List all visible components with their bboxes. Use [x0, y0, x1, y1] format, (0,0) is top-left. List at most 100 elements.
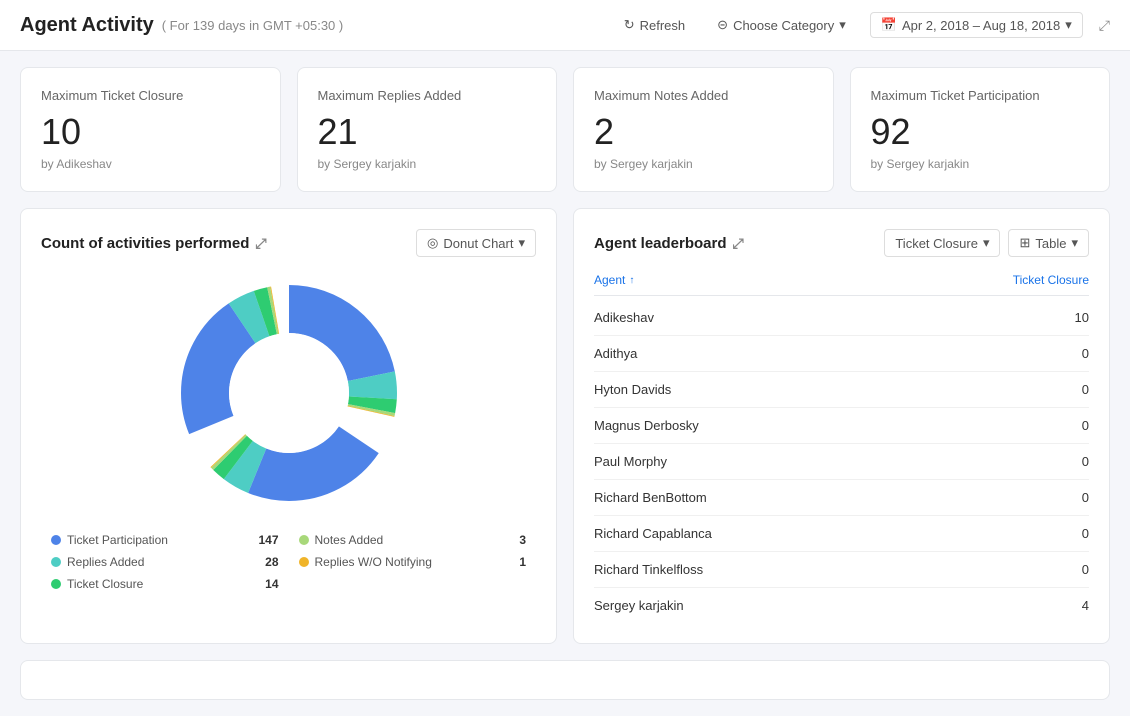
- chart-controls: ◎ Donut Chart ▾: [416, 229, 536, 257]
- page-title: Agent Activity: [20, 14, 154, 37]
- card-label-2: Maximum Notes Added: [594, 88, 813, 103]
- category-button[interactable]: ⊝ Choose Category ▾: [709, 13, 854, 37]
- leaderboard-panel: Agent leaderboard ⤢ Ticket Closure ▾ ⊞ T…: [573, 208, 1110, 644]
- summary-card-0: Maximum Ticket Closure 10 by Adikeshav: [20, 67, 281, 192]
- lb-value-1: 0: [1082, 346, 1089, 361]
- chart-expand-icon[interactable]: ⤢: [255, 235, 266, 252]
- legend-dot-2: [51, 579, 61, 589]
- chevron-down-icon: ▾: [1065, 17, 1072, 33]
- summary-card-2: Maximum Notes Added 2 by Sergey karjakin: [573, 67, 834, 192]
- donut-chart: [169, 273, 409, 513]
- lb-value-5: 0: [1082, 490, 1089, 505]
- calendar-icon: 📅: [881, 17, 897, 33]
- date-range-picker[interactable]: 📅 Apr 2, 2018 – Aug 18, 2018 ▾: [870, 12, 1083, 38]
- legend-dot-0: [51, 535, 61, 545]
- leaderboard-row-6: Richard Capablanca 0: [594, 516, 1089, 552]
- chart-panel-header: Count of activities performed ⤢ ◎ Donut …: [41, 229, 536, 257]
- leaderboard-title: Agent leaderboard ⤢: [594, 235, 744, 252]
- chart-type-dropdown[interactable]: ◎ Donut Chart ▾: [416, 229, 536, 257]
- legend-item-2: Ticket Closure 14: [51, 577, 279, 591]
- main-content: Maximum Ticket Closure 10 by Adikeshav M…: [0, 51, 1130, 716]
- card-label-1: Maximum Replies Added: [318, 88, 537, 103]
- legend-item-1: Replies Added 28: [51, 555, 279, 569]
- legend-count-1: 28: [265, 555, 278, 569]
- lb-agent-0: Adikeshav: [594, 310, 654, 325]
- lb-agent-6: Richard Capablanca: [594, 526, 712, 541]
- col-agent-header[interactable]: Agent ↑: [594, 273, 634, 287]
- header-actions: ↻ Refresh ⊝ Choose Category ▾ 📅 Apr 2, 2…: [616, 12, 1110, 38]
- legend-label-2: Ticket Closure: [67, 577, 143, 591]
- bottom-extra-panel: [20, 660, 1110, 700]
- legend-label-1: Replies Added: [67, 555, 144, 569]
- card-by-3: by Sergey karjakin: [871, 157, 1090, 171]
- leaderboard-expand-icon[interactable]: ⤢: [733, 235, 744, 252]
- leaderboard-row-5: Richard BenBottom 0: [594, 480, 1089, 516]
- lb-agent-8: Sergey karjakin: [594, 598, 684, 613]
- lb-value-0: 10: [1075, 310, 1089, 325]
- card-label-0: Maximum Ticket Closure: [41, 88, 260, 103]
- table-icon: ⊞: [1019, 235, 1030, 251]
- card-value-0: 10: [41, 111, 260, 153]
- lb-value-8: 4: [1082, 598, 1089, 613]
- chart-area: Ticket Participation 147 Notes Added 3 R…: [41, 273, 536, 591]
- leaderboard-row-8: Sergey karjakin 4: [594, 588, 1089, 623]
- card-label-3: Maximum Ticket Participation: [871, 88, 1090, 103]
- legend-label-0: Ticket Participation: [67, 533, 168, 547]
- chart-legend: Ticket Participation 147 Notes Added 3 R…: [41, 533, 536, 591]
- leaderboard-row-3: Magnus Derbosky 0: [594, 408, 1089, 444]
- card-value-2: 2: [594, 111, 813, 153]
- refresh-button[interactable]: ↻ Refresh: [616, 13, 693, 37]
- leaderboard-category-dropdown[interactable]: Ticket Closure ▾: [884, 229, 1000, 257]
- lb-agent-4: Paul Morphy: [594, 454, 667, 469]
- card-value-3: 92: [871, 111, 1090, 153]
- refresh-icon: ↻: [624, 17, 635, 33]
- page-subtitle: ( For 139 days in GMT +05:30 ): [162, 18, 343, 33]
- legend-item-right-0: Notes Added 3: [299, 533, 527, 547]
- chart-title: Count of activities performed ⤢: [41, 235, 267, 252]
- legend-dot-1: [51, 557, 61, 567]
- filter-icon: ⊝: [717, 17, 728, 33]
- col-closure-header: Ticket Closure: [1013, 273, 1089, 287]
- lb-agent-7: Richard Tinkelfloss: [594, 562, 703, 577]
- lb-agent-1: Adithya: [594, 346, 637, 361]
- chart-icon: ◎: [427, 235, 438, 251]
- summary-card-1: Maximum Replies Added 21 by Sergey karja…: [297, 67, 558, 192]
- lb-value-6: 0: [1082, 526, 1089, 541]
- lb-agent-5: Richard BenBottom: [594, 490, 707, 505]
- lb-agent-2: Hyton Davids: [594, 382, 671, 397]
- card-value-1: 21: [318, 111, 537, 153]
- legend-count-0: 147: [258, 533, 278, 547]
- leaderboard-row-7: Richard Tinkelfloss 0: [594, 552, 1089, 588]
- summary-cards: Maximum Ticket Closure 10 by Adikeshav M…: [20, 67, 1110, 192]
- summary-card-3: Maximum Ticket Participation 92 by Serge…: [850, 67, 1111, 192]
- lb-value-2: 0: [1082, 382, 1089, 397]
- leaderboard-row-2: Hyton Davids 0: [594, 372, 1089, 408]
- expand-icon[interactable]: ⤢: [1099, 17, 1110, 34]
- legend-item-right-1: Replies W/O Notifying 1: [299, 555, 527, 569]
- leaderboard-panel-header: Agent leaderboard ⤢ Ticket Closure ▾ ⊞ T…: [594, 229, 1089, 257]
- lb-agent-3: Magnus Derbosky: [594, 418, 699, 433]
- donut-chart-panel: Count of activities performed ⤢ ◎ Donut …: [20, 208, 557, 644]
- card-by-0: by Adikeshav: [41, 157, 260, 171]
- leaderboard-row-4: Paul Morphy 0: [594, 444, 1089, 480]
- page-header: Agent Activity ( For 139 days in GMT +05…: [0, 0, 1130, 51]
- leaderboard-row-0: Adikeshav 10: [594, 300, 1089, 336]
- legend-item-0: Ticket Participation 147: [51, 533, 279, 547]
- leaderboard-rows: Adikeshav 10 Adithya 0 Hyton Davids 0 Ma…: [594, 300, 1089, 623]
- chevron-down-icon: ▾: [1071, 235, 1078, 251]
- bottom-row: Count of activities performed ⤢ ◎ Donut …: [20, 208, 1110, 644]
- lb-value-4: 0: [1082, 454, 1089, 469]
- chevron-down-icon: ▾: [518, 235, 525, 251]
- lb-value-3: 0: [1082, 418, 1089, 433]
- sort-up-icon: ↑: [629, 275, 634, 286]
- card-by-2: by Sergey karjakin: [594, 157, 813, 171]
- chevron-down-icon: ▾: [839, 17, 846, 33]
- leaderboard-col-headers: Agent ↑ Ticket Closure: [594, 273, 1089, 296]
- leaderboard-controls: Ticket Closure ▾ ⊞ Table ▾: [884, 229, 1089, 257]
- leaderboard-row-1: Adithya 0: [594, 336, 1089, 372]
- leaderboard-view-dropdown[interactable]: ⊞ Table ▾: [1008, 229, 1089, 257]
- legend-count-2: 14: [265, 577, 278, 591]
- card-by-1: by Sergey karjakin: [318, 157, 537, 171]
- lb-value-7: 0: [1082, 562, 1089, 577]
- chevron-down-icon: ▾: [983, 235, 990, 251]
